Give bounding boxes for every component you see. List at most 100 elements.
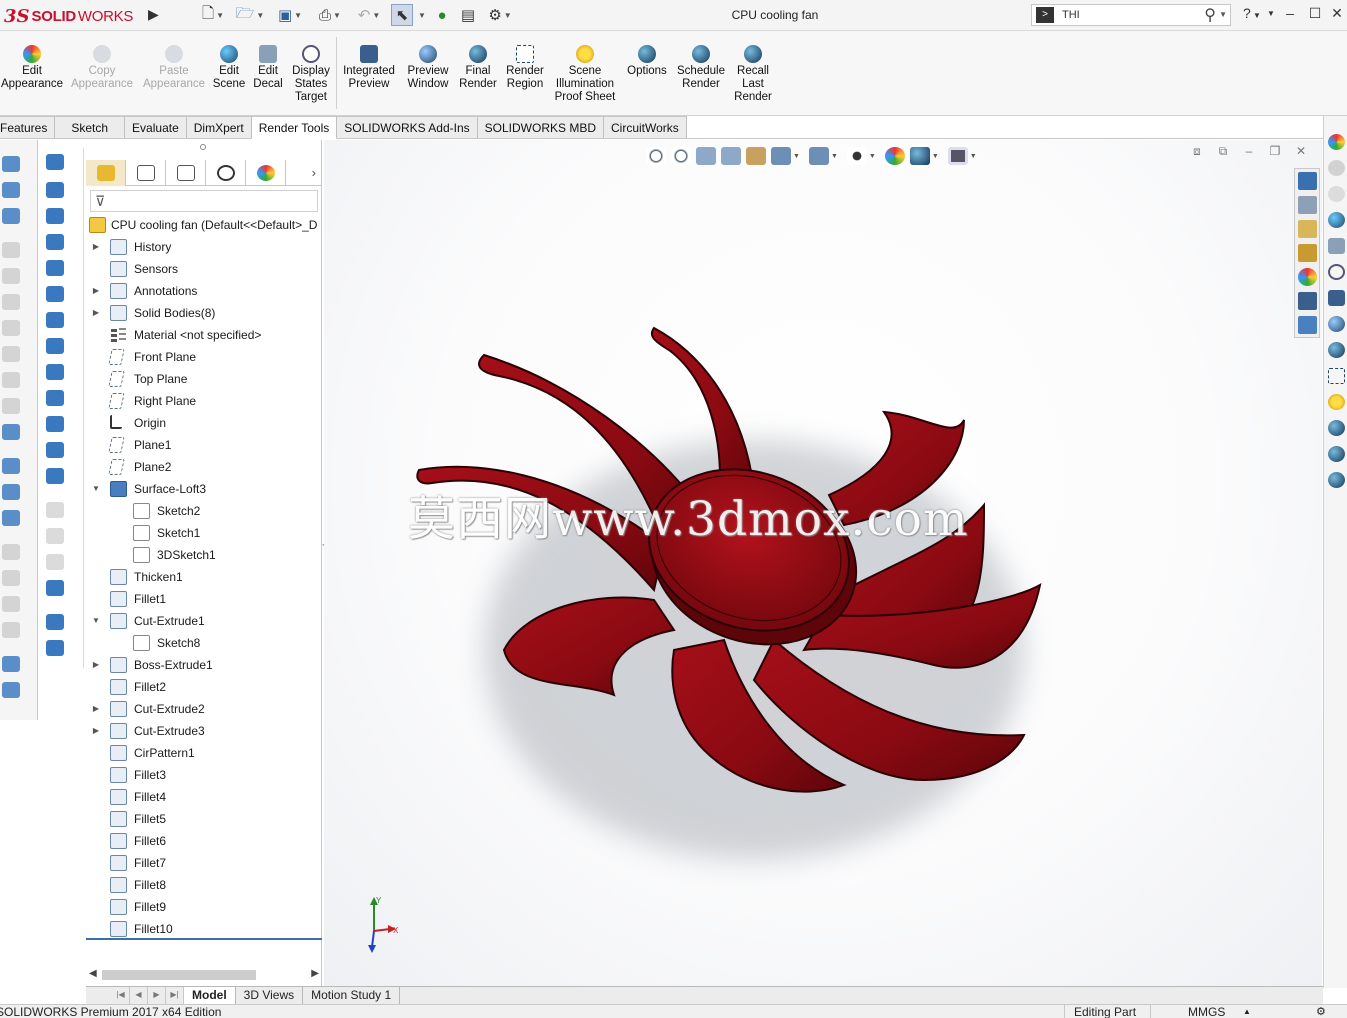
tree-item-sensors[interactable]: Sensors (86, 258, 322, 280)
schedule-render-icon[interactable] (1328, 446, 1345, 462)
tree-item-3dsketch1[interactable]: 3DSketch1 (86, 544, 322, 566)
tab-feature-manager[interactable] (86, 160, 126, 186)
tree-item-thicken1[interactable]: Thicken1 (86, 566, 322, 588)
copy-appearance-button[interactable]: Copy Appearance (68, 45, 136, 91)
tab-dimxpert[interactable]: DimXpert (186, 116, 252, 139)
tab-model[interactable]: Model (184, 987, 236, 1004)
next-tab-icon[interactable]: ▶ (148, 987, 166, 1004)
tab-motion-study-1[interactable]: Motion Study 1 (303, 987, 401, 1004)
instant3d-icon[interactable] (2, 484, 20, 500)
expand-arrow-icon[interactable]: ▶ (91, 654, 101, 676)
recall-last-render-button[interactable]: Recall Last Render (730, 45, 776, 104)
tree-item-fillet10[interactable]: Fillet10 (86, 918, 322, 940)
tree-item-material-not-specified[interactable]: Material <not specified> (86, 324, 322, 346)
tab-property-manager[interactable] (126, 160, 166, 186)
tree-item-fillet2[interactable]: Fillet2 (86, 676, 322, 698)
chevron-right-icon[interactable]: › (312, 165, 316, 180)
dome-icon[interactable] (2, 570, 20, 586)
scene-illumination-proof-sheet-button[interactable]: Scene Illumination Proof Sheet (552, 45, 618, 104)
last-tab-icon[interactable]: ▶| (166, 987, 184, 1004)
expand-arrow-icon[interactable]: ▶ (91, 236, 101, 258)
extend-surface-icon[interactable] (46, 468, 64, 484)
linear-pattern-icon[interactable] (2, 656, 20, 672)
schedule-render-button[interactable]: Schedule Render (674, 45, 728, 91)
tree-item-plane1[interactable]: Plane1 (86, 434, 322, 456)
wrap-icon[interactable] (2, 510, 20, 526)
tree-item-surface-loft3[interactable]: ▼ Surface-Loft3 (86, 478, 322, 500)
tab-display-manager[interactable] (246, 160, 286, 186)
minimize-button[interactable]: – (1279, 5, 1301, 25)
unit-system[interactable]: MMGS (1188, 1005, 1225, 1018)
curves-icon[interactable] (2, 458, 20, 474)
design-library-icon[interactable] (1298, 196, 1317, 214)
fillet-tool-icon[interactable] (2, 320, 20, 336)
scroll-left-icon[interactable]: ◀ (89, 968, 97, 979)
render-region-button[interactable]: Render Region (502, 45, 548, 91)
panel-pin-icon[interactable] (200, 144, 206, 150)
file-explorer-icon[interactable] (1298, 220, 1317, 238)
delete-face-icon[interactable] (46, 416, 64, 432)
split-line-icon[interactable] (46, 614, 64, 630)
sweep-icon[interactable] (2, 242, 20, 258)
swept-surface-icon[interactable] (46, 208, 64, 224)
tab-sketch[interactable]: Sketch (55, 116, 126, 139)
maximize-button[interactable]: ☐ (1304, 5, 1326, 25)
knit-surface-icon[interactable] (46, 554, 64, 570)
recall-render-icon[interactable] (1328, 472, 1345, 488)
undo-button[interactable]: ↶ ▼ (352, 4, 386, 26)
first-tab-icon[interactable]: |◀ (112, 987, 130, 1004)
edit-decal-icon[interactable] (1328, 238, 1345, 254)
search-input[interactable] (1062, 9, 1202, 21)
tree-item-cut-extrude2[interactable]: ▶ Cut-Extrude2 (86, 698, 322, 720)
custom-properties-icon[interactable] (1298, 292, 1317, 310)
trim-surface-icon[interactable] (46, 502, 64, 518)
tree-item-top-plane[interactable]: Top Plane (86, 368, 322, 390)
help-button[interactable]: ? ▼ (1240, 5, 1264, 25)
boundary-surface-icon[interactable] (46, 260, 64, 276)
scene-illumination-icon[interactable] (1328, 394, 1345, 410)
appearances-icon[interactable] (1298, 268, 1317, 286)
rib-icon[interactable] (2, 596, 20, 612)
mirror-icon[interactable] (2, 622, 20, 638)
cpu-fan-model[interactable] (324, 140, 1322, 988)
tree-item-solid-bodies-8[interactable]: ▶ Solid Bodies(8) (86, 302, 322, 324)
search-icon[interactable]: ⚲ (1204, 5, 1216, 25)
cut-icon[interactable] (2, 208, 20, 224)
scroll-right-icon[interactable]: ▶ (311, 968, 319, 979)
revolved-surface-icon[interactable] (46, 182, 64, 198)
extrude-icon[interactable] (2, 156, 20, 172)
extruded-surface-icon[interactable] (46, 154, 64, 170)
planar-surface-icon[interactable] (46, 312, 64, 328)
rebuild-button[interactable]: ● (434, 4, 450, 26)
tab-evaluate[interactable]: Evaluate (125, 116, 187, 139)
search-box[interactable]: > ⚲ ▼ (1031, 4, 1231, 26)
edit-appearance-button[interactable]: Edit Appearance (0, 45, 64, 91)
scroll-thumb[interactable] (102, 970, 256, 980)
expand-arrow-icon[interactable]: ▶ (91, 720, 101, 742)
intersect-icon[interactable] (2, 544, 20, 560)
tree-item-front-plane[interactable]: Front Plane (86, 346, 322, 368)
help-dropdown[interactable]: ▼ (1264, 9, 1278, 29)
tab-3d-views[interactable]: 3D Views (236, 987, 304, 1004)
edit-appearance-icon[interactable] (1328, 134, 1345, 150)
tree-item-fillet7[interactable]: Fillet7 (86, 852, 322, 874)
edit-scene-icon[interactable] (1328, 212, 1345, 228)
copy-appearance-icon[interactable] (1328, 160, 1345, 176)
tree-item-cut-extrude3[interactable]: ▶ Cut-Extrude3 (86, 720, 322, 742)
menu-expand-icon[interactable]: ▶ (148, 6, 162, 24)
reference-geometry-icon[interactable] (2, 424, 20, 440)
filled-surface-icon[interactable] (46, 286, 64, 302)
shell-icon[interactable] (2, 372, 20, 388)
untrim-surface-icon[interactable] (46, 528, 64, 544)
expand-arrow-icon[interactable]: ▶ (91, 302, 101, 324)
view-palette-icon[interactable] (1298, 244, 1317, 262)
tab-dimxpert-manager[interactable] (206, 160, 246, 186)
forum-icon[interactable] (1298, 316, 1317, 334)
solidworks-logo[interactable]: 3S SOLID WORKS (4, 4, 133, 28)
tree-item-fillet4[interactable]: Fillet4 (86, 786, 322, 808)
tab-configuration-manager[interactable] (166, 160, 206, 186)
tree-item-sketch8[interactable]: Sketch8 (86, 632, 322, 654)
collapse-arrow-icon[interactable]: ▼ (91, 610, 101, 632)
integrated-preview-button[interactable]: Integrated Preview (338, 45, 400, 91)
integrated-preview-icon[interactable] (1328, 290, 1345, 306)
